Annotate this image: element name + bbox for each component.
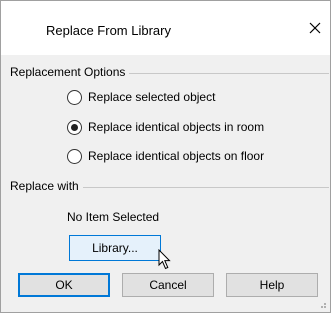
selected-item-status: No Item Selected xyxy=(67,210,160,224)
radio-replace-identical-on-floor[interactable]: Replace identical objects on floor xyxy=(67,146,264,166)
radio-label: Replace identical objects in room xyxy=(88,120,265,134)
mouse-cursor-icon xyxy=(158,249,171,270)
radio-button-selected-icon[interactable] xyxy=(67,119,82,135)
help-button[interactable]: Help xyxy=(226,273,318,297)
ok-button[interactable]: OK xyxy=(18,273,110,297)
radio-button-icon[interactable] xyxy=(67,148,82,164)
replace-from-library-dialog: Replace From Library Replacement Options… xyxy=(0,0,331,313)
replacement-options-label: Replacement Options xyxy=(10,65,130,79)
close-icon[interactable] xyxy=(300,13,330,43)
radio-label: Replace selected object xyxy=(88,90,216,104)
replace-with-label: Replace with xyxy=(10,179,83,193)
radio-replace-identical-in-room[interactable]: Replace identical objects in room xyxy=(67,117,264,137)
dialog-title: Replace From Library xyxy=(46,23,171,38)
cancel-button[interactable]: Cancel xyxy=(122,273,214,297)
library-button[interactable]: Library... xyxy=(69,235,161,261)
title-bar: Replace From Library xyxy=(1,1,330,55)
radio-button-icon[interactable] xyxy=(67,89,82,105)
radio-replace-selected-object[interactable]: Replace selected object xyxy=(67,87,215,107)
cancel-button-label: Cancel xyxy=(149,278,187,292)
resize-grip-icon[interactable] xyxy=(317,299,327,309)
ok-button-label: OK xyxy=(55,278,73,292)
radio-label: Replace identical objects on floor xyxy=(88,149,265,163)
help-button-label: Help xyxy=(259,278,285,292)
library-button-label: Library... xyxy=(92,241,138,255)
